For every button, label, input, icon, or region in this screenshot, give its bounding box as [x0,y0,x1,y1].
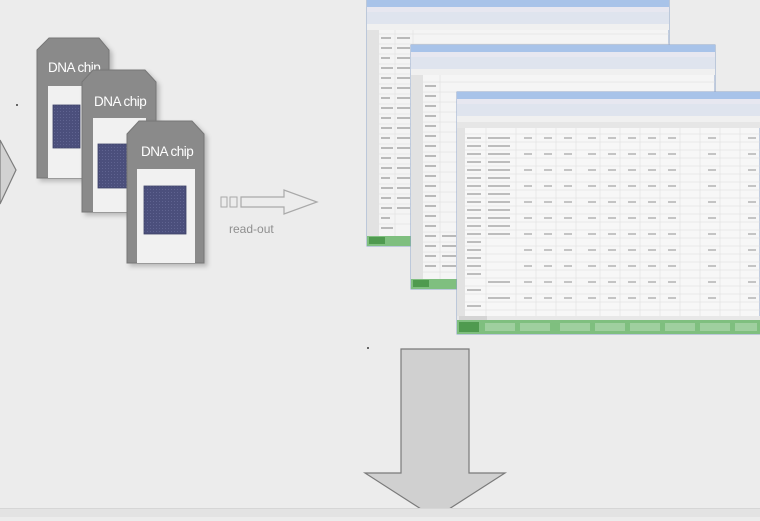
left-incoming-arrow [0,139,17,205]
stray-dot [16,104,18,106]
chip-label: DNA chip [141,144,193,159]
spreadsheet-window-3 [456,91,760,335]
chip-label: DNA chip [94,94,146,109]
stray-dot [367,347,369,349]
workflow-diagram: DNA chip DNA chip DNA chip read-out [0,0,760,519]
readout-label: read-out [229,222,274,236]
readout-arrow: read-out [220,189,319,236]
dna-chip-3: DNA chip [126,120,205,264]
down-arrow [362,348,508,519]
